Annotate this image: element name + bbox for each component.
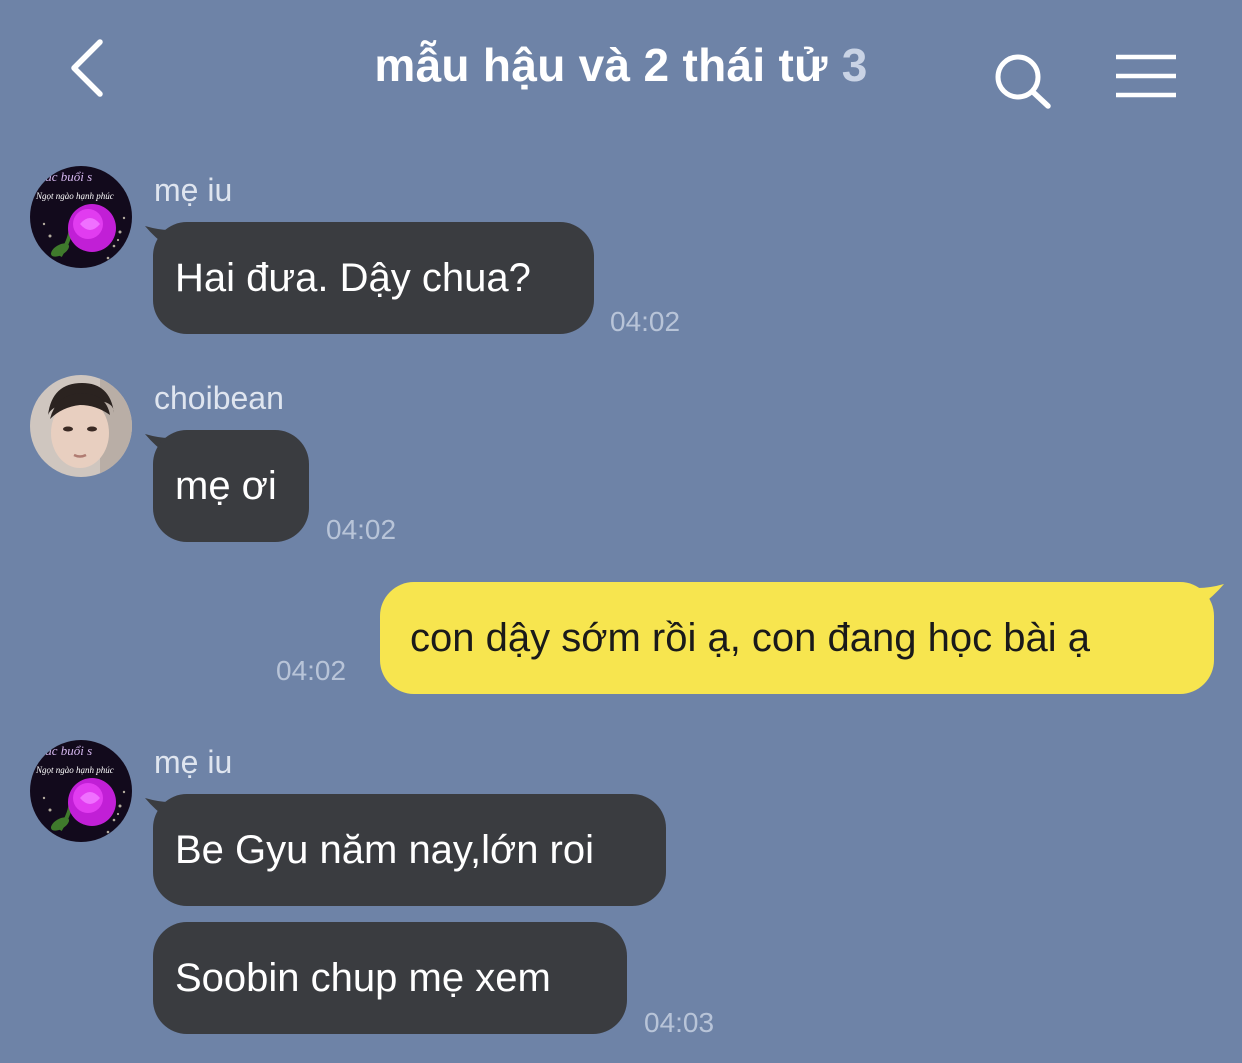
message-bubble[interactable]: Hai đưa. Dậy chua? <box>153 222 594 334</box>
sender-name: mẹ iu <box>154 172 233 208</box>
message-bubble[interactable]: Be Gyu năm nay,lớn roi <box>153 794 666 906</box>
person-avatar[interactable] <box>30 375 132 477</box>
avatar-caption-1: Lúc buổi s <box>37 169 92 184</box>
message-bubble[interactable]: Soobin chup mẹ xem <box>153 922 627 1034</box>
chat-title: mẫu hậu và 2 thái tử <box>374 39 828 91</box>
menu-button[interactable] <box>1114 54 1178 100</box>
rose-avatar[interactable]: Lúc buổi s Ngọt ngào hạnh phúc <box>30 166 132 268</box>
chat-header: mẫu hậu và 2 thái tử 3 <box>0 0 1242 140</box>
message-time: 04:02 <box>276 655 347 686</box>
search-icon <box>995 54 1051 109</box>
person-avatar-image <box>30 375 132 477</box>
rose-avatar[interactable]: Lúc buổi s Ngọt ngào hạnh phúc <box>30 740 132 842</box>
avatar-caption-1: Lúc buổi s <box>37 743 92 758</box>
avatar-caption-2: Ngọt ngào hạnh phúc <box>35 765 114 775</box>
rose-avatar-image: Lúc buổi s Ngọt ngào hạnh phúc <box>30 740 132 842</box>
member-count: 3 <box>841 39 868 91</box>
search-button[interactable] <box>992 52 1056 112</box>
rose-avatar-image: Lúc buổi s Ngọt ngào hạnh phúc <box>30 166 132 268</box>
outgoing-message-bubble[interactable]: con dậy sớm rồi ạ, con đang học bài ạ <box>380 582 1214 694</box>
message-bubble[interactable]: mẹ ơi <box>153 430 309 542</box>
sender-name: mẹ iu <box>154 744 233 780</box>
hamburger-menu-icon <box>1116 54 1176 98</box>
avatar-caption-2: Ngọt ngào hạnh phúc <box>35 191 114 201</box>
message-time: 04:02 <box>326 514 397 545</box>
message-time: 04:03 <box>644 1007 715 1038</box>
message-time: 04:02 <box>610 306 681 337</box>
sender-name: choibean <box>154 380 284 416</box>
